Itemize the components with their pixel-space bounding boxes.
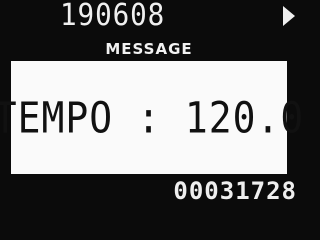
dialog-body: TEMPO : 120.0 — [0, 61, 303, 174]
footer-bar: 00031728 — [0, 177, 303, 205]
message-dialog: MESSAGE TEMPO : 120.0 — [0, 34, 303, 177]
time-display: 00031728 — [173, 177, 297, 205]
tempo-message: TEMPO : 120.0 — [0, 92, 305, 143]
right-arrow-icon — [283, 6, 295, 26]
status-bar: 190608 155434 — [0, 0, 303, 69]
dialog-title: MESSAGE — [11, 37, 287, 61]
